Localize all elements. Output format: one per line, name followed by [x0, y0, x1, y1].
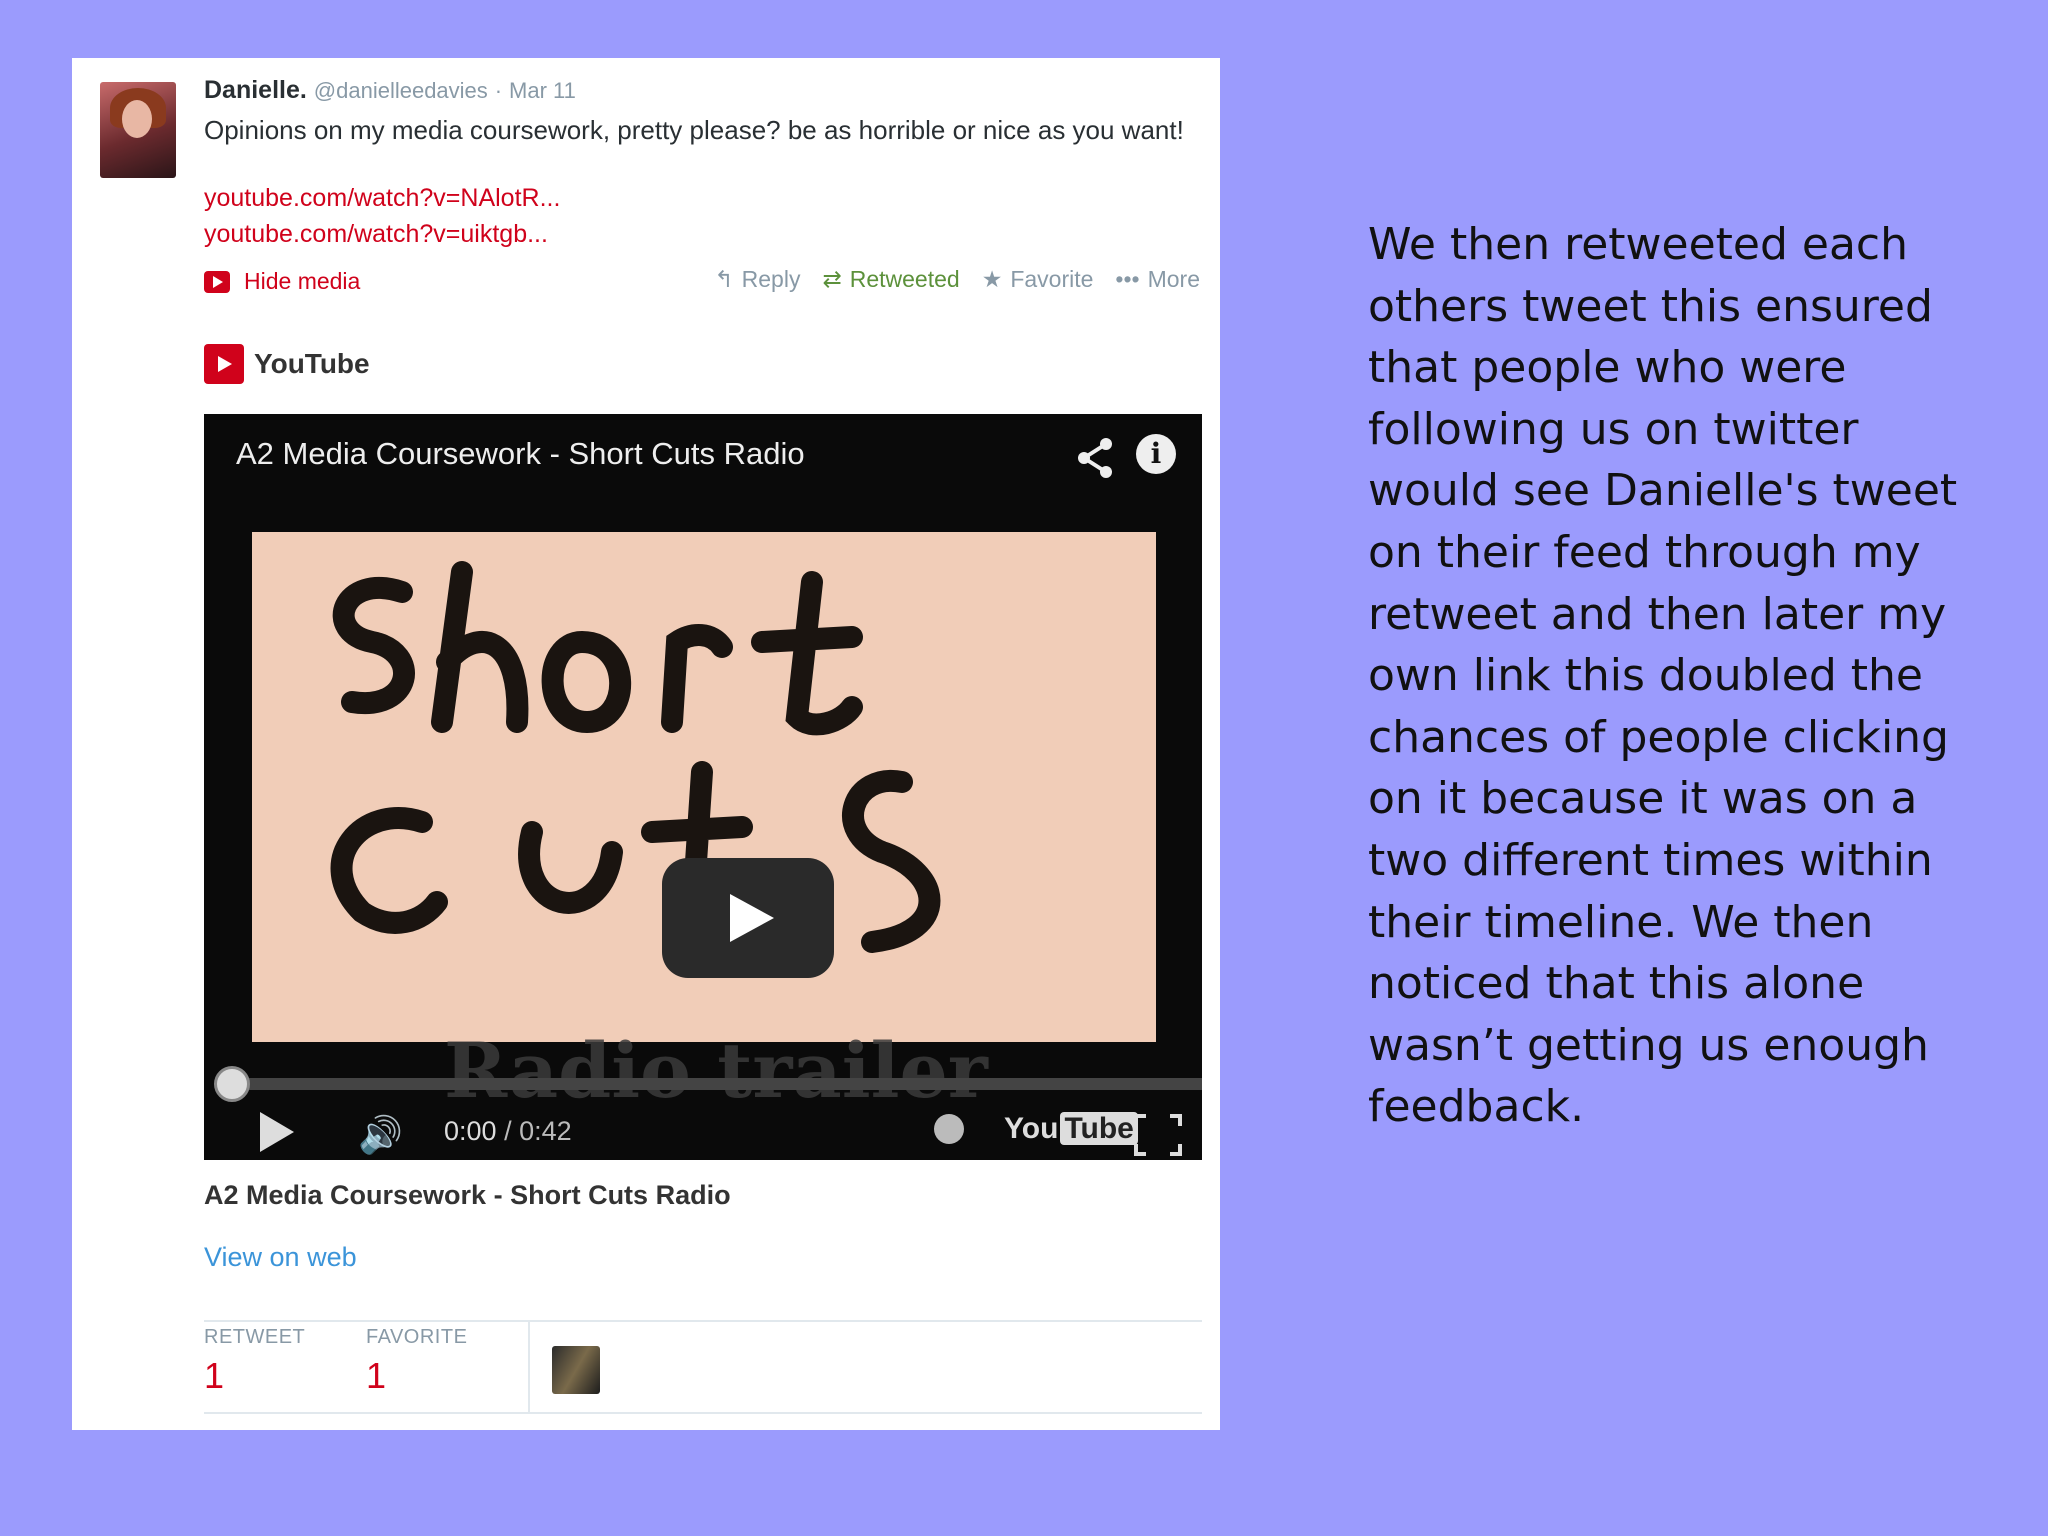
tweet-date[interactable]: Mar 11 [509, 78, 576, 103]
retweeted-label: Retweeted [849, 266, 960, 292]
retweet-icon: ⇄ [822, 266, 842, 292]
favorite-label: Favorite [1010, 266, 1094, 292]
provider-name: YouTube [254, 348, 370, 379]
watch-later-icon[interactable] [934, 1114, 964, 1144]
favorite-stat-label: FAVORITE [366, 1326, 468, 1348]
view-on-web-link[interactable]: View on web [204, 1242, 357, 1273]
hide-media-button[interactable]: Hide media [204, 268, 360, 295]
favorite-stat[interactable]: FAVORITE 1 [366, 1326, 467, 1397]
tweet-header: Danielle. @danielleedavies · Mar 11 [204, 76, 576, 105]
favorite-button[interactable]: ★ Favorite [982, 266, 1094, 293]
wordmark-you: You [1004, 1112, 1059, 1145]
stats-divider-top [204, 1320, 1202, 1322]
slide-commentary: We then retweeted each others tweet this… [1368, 219, 1958, 1133]
user-handle[interactable]: @danielleedavies [314, 78, 488, 103]
reply-button[interactable]: ↰ Reply [714, 266, 800, 293]
play-button-icon[interactable] [260, 1112, 294, 1152]
tweet-link-2[interactable]: youtube.com/watch?v=uiktgb... [204, 220, 548, 249]
avatar-face [122, 100, 152, 138]
reply-icon: ↰ [714, 266, 734, 292]
media-provider: YouTube [204, 344, 370, 384]
time-current: 0:00 [444, 1116, 497, 1146]
header-separator: · [494, 78, 503, 103]
player-controls: 🔊 0:00 / 0:42 You Tube [204, 1104, 1202, 1160]
hide-media-label: Hide media [244, 268, 361, 294]
video-player[interactable]: A2 Media Coursework - Short Cuts Radio i [204, 414, 1202, 1160]
retweet-stat-value: 1 [204, 1355, 225, 1396]
fullscreen-icon[interactable] [1134, 1114, 1182, 1156]
retweet-stat-label: RETWEET [204, 1326, 306, 1348]
retweet-button[interactable]: ⇄ Retweeted [822, 266, 959, 293]
tweet-card: Danielle. @danielleedavies · Mar 11 Opin… [72, 58, 1220, 1430]
retweeter-avatar[interactable] [552, 1346, 600, 1394]
volume-icon[interactable]: 🔊 [358, 1114, 403, 1156]
user-name[interactable]: Danielle. [204, 76, 307, 104]
wordmark-tube: Tube [1060, 1112, 1138, 1145]
more-button[interactable]: ••• More [1115, 266, 1200, 293]
youtube-icon [204, 270, 230, 293]
more-label: More [1147, 266, 1200, 292]
ellipsis-icon: ••• [1115, 266, 1140, 292]
time-total: / 0:42 [504, 1116, 572, 1146]
star-icon: ★ [981, 266, 1003, 292]
time-display: 0:00 / 0:42 [444, 1116, 572, 1147]
share-icon[interactable] [1076, 436, 1116, 480]
video-thumbnail[interactable] [252, 532, 1156, 1042]
youtube-wordmark[interactable]: You Tube [1004, 1112, 1138, 1146]
favorite-stat-value: 1 [366, 1355, 387, 1396]
progress-handle[interactable] [214, 1066, 250, 1102]
info-icon[interactable]: i [1136, 434, 1176, 474]
stats-separator [528, 1322, 530, 1412]
tweet-actions: ↰ Reply ⇄ Retweeted ★ Favorite ••• More [714, 266, 1200, 293]
progress-bar[interactable] [214, 1066, 1202, 1102]
video-title[interactable]: A2 Media Coursework - Short Cuts Radio [236, 436, 805, 472]
reply-label: Reply [741, 266, 801, 292]
user-avatar[interactable] [100, 82, 176, 178]
tweet-link-1[interactable]: youtube.com/watch?v=NAlotR... [204, 184, 560, 213]
retweet-stat[interactable]: RETWEET 1 [204, 1326, 305, 1397]
tweet-text: Opinions on my media coursework, pretty … [204, 115, 1184, 145]
video-caption[interactable]: A2 Media Coursework - Short Cuts Radio [204, 1180, 731, 1211]
stats-divider-bottom [204, 1412, 1202, 1414]
play-icon[interactable] [662, 858, 834, 978]
video-overlay-text: Radio trailer [444, 1026, 988, 1115]
youtube-logo-icon [204, 344, 244, 384]
